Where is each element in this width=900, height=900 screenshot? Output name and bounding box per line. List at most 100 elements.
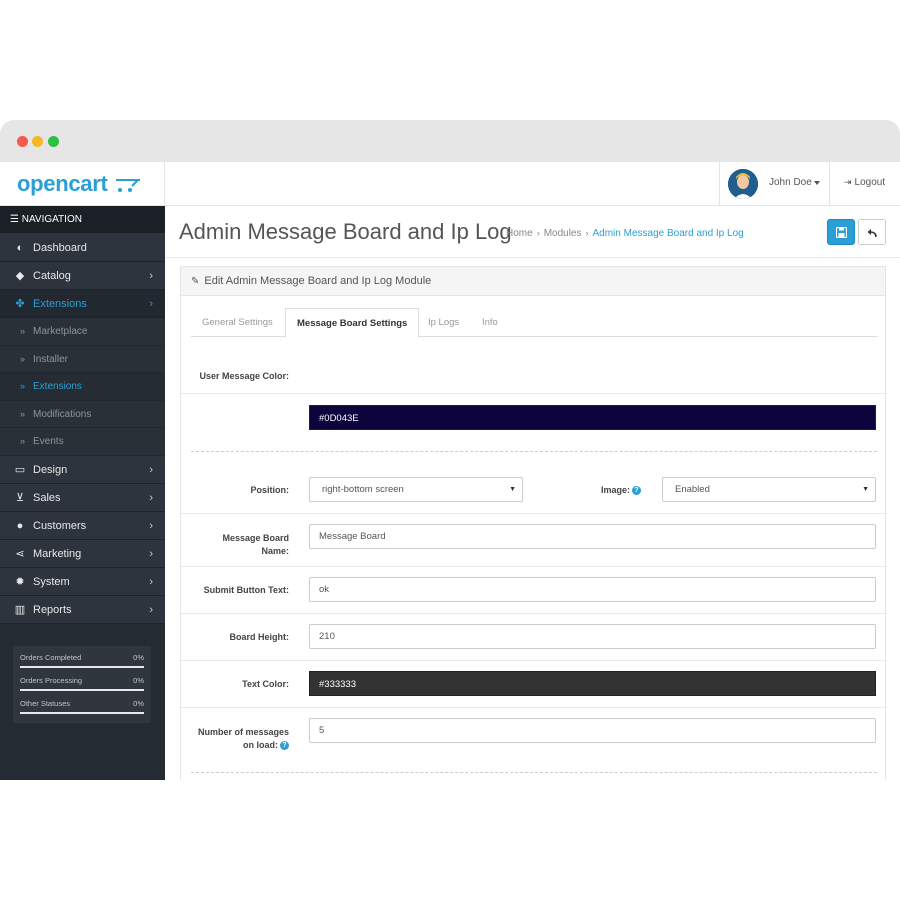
sidebar-subitem-events[interactable]: » Events: [0, 428, 165, 456]
board-height-input[interactable]: 210: [309, 624, 876, 649]
chevron-right-icon: ›: [149, 298, 153, 310]
breadcrumb-home[interactable]: Home: [506, 228, 533, 239]
nav-title: ☰ NAVIGATION: [0, 206, 165, 234]
save-button[interactable]: [827, 219, 855, 245]
progress-bar: [20, 712, 144, 714]
sidebar-item-dashboard[interactable]: ◐ Dashboard: [0, 234, 165, 262]
submit-text-label: Submit Button Text:: [203, 585, 289, 595]
divider: [181, 566, 887, 567]
text-color-label: Text Color:: [242, 679, 289, 689]
user-message-color-field[interactable]: #0D043E: [309, 405, 876, 430]
page-header: Admin Message Board and Ip Log Home › Modu…: [165, 206, 900, 258]
sidebar-subitem-installer[interactable]: » Installer: [0, 345, 165, 373]
chevron-right-icon: ›: [149, 270, 153, 282]
dashed-divider: [191, 772, 877, 773]
sidebar-subitem-modifications[interactable]: » Modifications: [0, 400, 165, 428]
divider: [181, 513, 887, 514]
page-title: Admin Message Board and Ip Log: [179, 219, 512, 244]
sidebar-subitem-extensions[interactable]: » Extensions: [0, 373, 165, 401]
panel-heading: ✎ Edit Admin Message Board and Ip Log Mod…: [181, 267, 885, 296]
double-chevron-icon: »: [20, 353, 26, 364]
help-icon[interactable]: ?: [632, 486, 641, 495]
tag-icon: ◆: [15, 270, 25, 282]
divider: [181, 393, 887, 394]
progress-bar: [20, 689, 144, 691]
share-icon: ⋖: [15, 547, 25, 560]
user-menu[interactable]: John Doe: [719, 162, 830, 206]
sidebar-item-reports[interactable]: ▥ Reports ›: [0, 595, 165, 624]
sidebar-item-extensions[interactable]: ✤ Extensions ›: [0, 290, 165, 318]
divider: [181, 613, 887, 614]
close-window-dot[interactable]: [17, 136, 28, 147]
minimize-window-dot[interactable]: [32, 136, 43, 147]
chevron-right-icon: ›: [149, 547, 153, 560]
double-chevron-icon: »: [20, 326, 26, 336]
sidebar-subitem-marketplace[interactable]: » Marketplace: [0, 318, 165, 346]
tabs: General Settings Message Board Settings …: [191, 308, 877, 338]
cart-icon: ⊻: [15, 491, 25, 504]
reply-icon: [867, 229, 877, 238]
floppy-disk-icon: [836, 227, 847, 238]
bar-chart-icon: ▥: [14, 603, 26, 616]
browser-window: opencart John Doe ⇥ Logout ☰ NAVIGATION …: [0, 120, 900, 780]
double-chevron-icon: »: [20, 408, 26, 419]
chevron-right-icon: ›: [149, 575, 153, 588]
logo-text: opencart: [17, 171, 108, 196]
position-label: Position:: [250, 485, 290, 495]
sidebar-item-sales[interactable]: ⊻ Sales ›: [0, 483, 165, 512]
caret-down-icon: ▼: [509, 486, 516, 493]
stat-row: Orders Completed 0%: [20, 653, 144, 676]
divider: [181, 707, 887, 708]
divider: [181, 660, 887, 661]
sidebar-item-marketing[interactable]: ⋖ Marketing ›: [0, 539, 165, 568]
user-icon: ●: [16, 519, 24, 532]
logo[interactable]: opencart: [0, 162, 165, 206]
puzzle-icon: ✤: [15, 298, 25, 310]
sign-out-icon: ⇥: [844, 177, 852, 187]
stat-row: Other Statuses 0%: [20, 699, 144, 722]
messages-on-load-label: Number of messages on load:?: [197, 727, 289, 750]
image-select[interactable]: Enabled ▼: [662, 477, 876, 502]
text-color-field[interactable]: #333333: [309, 671, 876, 696]
chevron-right-icon: ›: [149, 463, 153, 476]
monitor-icon: ▭: [14, 463, 26, 476]
user-message-color-label: User Message Color:: [199, 371, 289, 381]
progress-bar: [20, 666, 144, 668]
sidebar-item-design[interactable]: ▭ Design ›: [0, 455, 165, 484]
chevron-down-icon: [814, 181, 820, 185]
sidebar-item-system[interactable]: ✹ System ›: [0, 567, 165, 596]
board-height-label: Board Height:: [229, 632, 290, 642]
board-name-input[interactable]: Message Board: [309, 524, 876, 549]
chevron-right-icon: ›: [149, 603, 153, 616]
chevron-right-icon: ›: [149, 519, 153, 532]
user-name: John Doe: [769, 177, 812, 188]
stat-row: Orders Processing 0%: [20, 676, 144, 699]
back-button[interactable]: [858, 219, 886, 245]
cog-icon: ✹: [15, 575, 25, 588]
sidebar-item-catalog[interactable]: ◆ Catalog ›: [0, 262, 165, 290]
board-name-label: Message Board Name:: [222, 533, 289, 556]
sidebar-item-customers[interactable]: ● Customers ›: [0, 511, 165, 540]
tab-ip-logs[interactable]: Ip Logs: [417, 308, 470, 337]
tab-info[interactable]: Info: [471, 308, 509, 337]
cart-logo-icon: [116, 179, 140, 192]
edit-module-panel: ✎ Edit Admin Message Board and Ip Log Mod…: [180, 266, 887, 780]
breadcrumb: Home › Modules › Admin Message Board and Ip …: [506, 228, 744, 239]
submit-text-input[interactable]: ok: [309, 577, 876, 602]
main-content: Admin Message Board and Ip Log Home › Modu…: [165, 206, 900, 780]
breadcrumb-current[interactable]: Admin Message Board and Ip Log: [593, 228, 744, 239]
tab-message-board-settings[interactable]: Message Board Settings: [285, 308, 420, 338]
position-select[interactable]: right-bottom screen ▼: [309, 477, 523, 502]
maximize-window-dot[interactable]: [48, 136, 59, 147]
messages-on-load-input[interactable]: 5: [309, 718, 876, 743]
sidebar: ☰ NAVIGATION ◐ Dashboard ◆ Catalog › ✤ E…: [0, 206, 165, 780]
logout-button[interactable]: ⇥ Logout: [844, 177, 885, 188]
help-icon[interactable]: ?: [280, 741, 289, 750]
pencil-icon: ✎: [191, 276, 200, 287]
dashboard-icon: ◐: [16, 242, 24, 254]
caret-down-icon: ▼: [862, 486, 869, 493]
breadcrumb-modules[interactable]: Modules: [544, 228, 582, 239]
double-chevron-icon: »: [20, 381, 26, 391]
chevron-right-icon: ›: [149, 491, 153, 504]
tab-general-settings[interactable]: General Settings: [191, 308, 284, 337]
